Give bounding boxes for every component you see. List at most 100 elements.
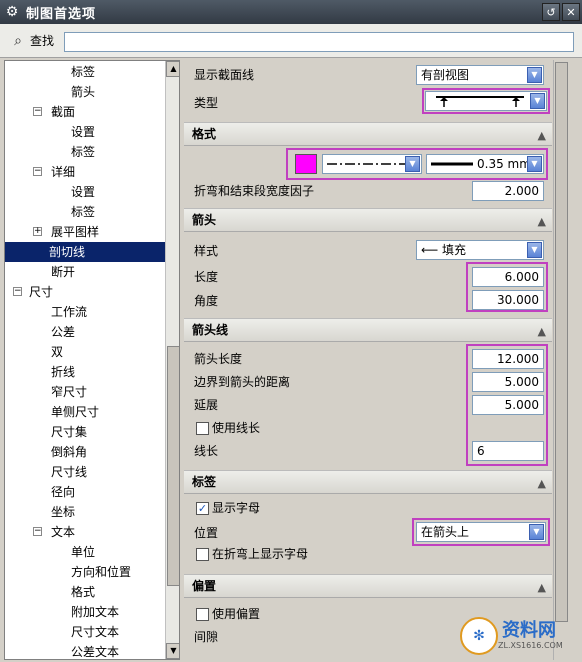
reset-button[interactable]: ↺ (542, 3, 560, 21)
tree-item-label: 尺寸文本 (71, 625, 120, 639)
expand-icon[interactable]: + (33, 227, 42, 236)
title-bar: ⚙ 制图首选项 ↺ ✕ (0, 0, 582, 24)
tree-item[interactable]: − 详细 (5, 162, 165, 182)
factor-input[interactable]: 2.000 (472, 181, 544, 201)
line-font-combo[interactable]: ▼ (322, 154, 422, 174)
tree-item-label: 工作流 (51, 305, 88, 319)
line-length-input[interactable]: 6 (472, 441, 544, 461)
offset-section-header[interactable]: 偏置 ▲ (184, 574, 552, 598)
arrow-length-input[interactable]: 6.000 (472, 267, 544, 287)
tree-item[interactable]: 标签 (5, 202, 165, 222)
tree-item[interactable]: 双 (5, 342, 165, 362)
format-section-header[interactable]: 格式 ▲ (184, 122, 552, 146)
collapse-icon[interactable]: ▲ (538, 577, 546, 599)
tree-item[interactable]: 倒斜角 (5, 442, 165, 462)
tree-item-label: 单侧尺寸 (51, 405, 100, 419)
collapse-icon[interactable]: ▲ (538, 473, 546, 495)
extension-label: 延展 (194, 398, 219, 412)
tree-item[interactable]: − 文本 (5, 522, 165, 542)
arrow-angle-label: 角度 (194, 294, 219, 308)
arrow-length-label: 长度 (194, 270, 219, 284)
use-offset-checkbox[interactable] (196, 608, 209, 621)
line-length-label: 线长 (194, 444, 219, 458)
arrow-angle-input[interactable]: 30.000 (472, 290, 544, 310)
tree-item-label: 设置 (71, 185, 96, 199)
border-distance-input[interactable]: 5.000 (472, 372, 544, 392)
tree-item[interactable]: 剖切线 (5, 242, 165, 262)
arrowline-len-input[interactable]: 12.000 (472, 349, 544, 369)
collapse-icon[interactable]: ▲ (538, 125, 546, 147)
color-swatch[interactable] (295, 154, 317, 174)
line-width-combo[interactable]: 0.35 mm ▼ (426, 154, 544, 174)
collapse-icon[interactable]: ▲ (538, 211, 546, 233)
tree-item-label: 设置 (71, 125, 96, 139)
tree-item[interactable]: 箭头 (5, 82, 165, 102)
tree-item[interactable]: + 展平图样 (5, 222, 165, 242)
tree-item[interactable]: 单位 (5, 542, 165, 562)
tree-item[interactable]: 标签 (5, 142, 165, 162)
collapse-icon[interactable]: − (33, 527, 42, 536)
tree-item[interactable]: 折线 (5, 362, 165, 382)
tree-item-label: 截面 (51, 105, 76, 119)
chevron-down-icon: ▼ (527, 156, 542, 172)
tree-item-label: 双 (51, 345, 64, 359)
tree-item[interactable]: 方向和位置 (5, 562, 165, 582)
arrow-section-header[interactable]: 箭头 ▲ (184, 208, 552, 232)
tree-item[interactable]: 格式 (5, 582, 165, 602)
show-section-combo[interactable]: 有剖视图 ▼ (416, 65, 544, 85)
tree-item[interactable]: 窄尺寸 (5, 382, 165, 402)
tree-item[interactable]: 公差文本 (5, 642, 165, 659)
extension-input[interactable]: 5.000 (472, 395, 544, 415)
tree-item[interactable]: 径向 (5, 482, 165, 502)
show-section-label: 显示截面线 (194, 68, 255, 82)
find-icon: ⌕ (14, 32, 22, 49)
use-line-length-checkbox[interactable] (196, 422, 209, 435)
scroll-down-icon[interactable]: ▼ (166, 643, 179, 659)
label-section-header[interactable]: 标签 ▲ (184, 470, 552, 494)
tree-item[interactable]: 尺寸集 (5, 422, 165, 442)
close-button[interactable]: ✕ (562, 3, 580, 21)
tree-item-label: 折线 (51, 365, 76, 379)
tree-item[interactable]: 设置 (5, 122, 165, 142)
arrowline-section-header[interactable]: 箭头线 ▲ (184, 318, 552, 342)
tree-item-label: 单位 (71, 545, 96, 559)
tree-item[interactable]: 附加文本 (5, 602, 165, 622)
panel-scrollbar[interactable] (553, 60, 569, 660)
tree-scrollbar[interactable]: ▲ ▼ (165, 61, 179, 659)
tree-item[interactable]: 设置 (5, 182, 165, 202)
find-input[interactable] (64, 32, 574, 52)
collapse-icon[interactable]: − (33, 107, 42, 116)
collapse-icon[interactable]: − (13, 287, 22, 296)
tree-item[interactable]: 标签 (5, 62, 165, 82)
find-label: 查找 (30, 34, 55, 48)
tree-item[interactable]: − 尺寸 (5, 282, 165, 302)
tree-item[interactable]: 单侧尺寸 (5, 402, 165, 422)
bend-letter-label: 在折弯上显示字母 (212, 547, 309, 561)
arrow-style-label: 样式 (194, 244, 219, 258)
settings-panel: 显示截面线 有剖视图 ▼ 类型 ▼ 格式 ▲ ▼ 0.35 mm ▼ 折弯和结束段宽… (184, 60, 552, 660)
tree-scroll-thumb[interactable] (167, 346, 179, 586)
tree-item[interactable]: 工作流 (5, 302, 165, 322)
tree-item[interactable]: 公差 (5, 322, 165, 342)
tree-item[interactable]: − 截面 (5, 102, 165, 122)
section-line-icon (436, 96, 524, 107)
scroll-up-icon[interactable]: ▲ (166, 61, 179, 77)
arrow-style-combo[interactable]: ⟵ 填充 ▼ (416, 240, 544, 260)
position-combo[interactable]: 在箭头上 ▼ (416, 522, 546, 542)
collapse-icon[interactable]: − (33, 167, 42, 176)
bend-letter-checkbox[interactable] (196, 548, 209, 561)
collapse-icon[interactable]: ▲ (538, 321, 546, 343)
tree-item-label: 标签 (71, 205, 96, 219)
tree-item[interactable]: 尺寸线 (5, 462, 165, 482)
show-letter-checkbox[interactable]: ✓ (196, 502, 209, 515)
watermark-text: 资料网 (502, 620, 556, 641)
tree-item-label: 格式 (71, 585, 96, 599)
preferences-tree[interactable]: ▲ ▼ 标签 箭头 − 截面 设置 标签 − 详细 设置 标签 + 展平图样 剖切线 断开 − 尺寸 工作流 公差… (4, 60, 180, 660)
tree-item[interactable]: 断开 (5, 262, 165, 282)
tree-item[interactable]: 尺寸文本 (5, 622, 165, 642)
tree-item[interactable]: 坐标 (5, 502, 165, 522)
panel-scroll-thumb[interactable] (555, 62, 568, 622)
tree-item-label: 坐标 (51, 505, 76, 519)
type-combo[interactable]: ▼ (425, 91, 547, 111)
factor-label: 折弯和结束段宽度因子 (194, 184, 315, 198)
